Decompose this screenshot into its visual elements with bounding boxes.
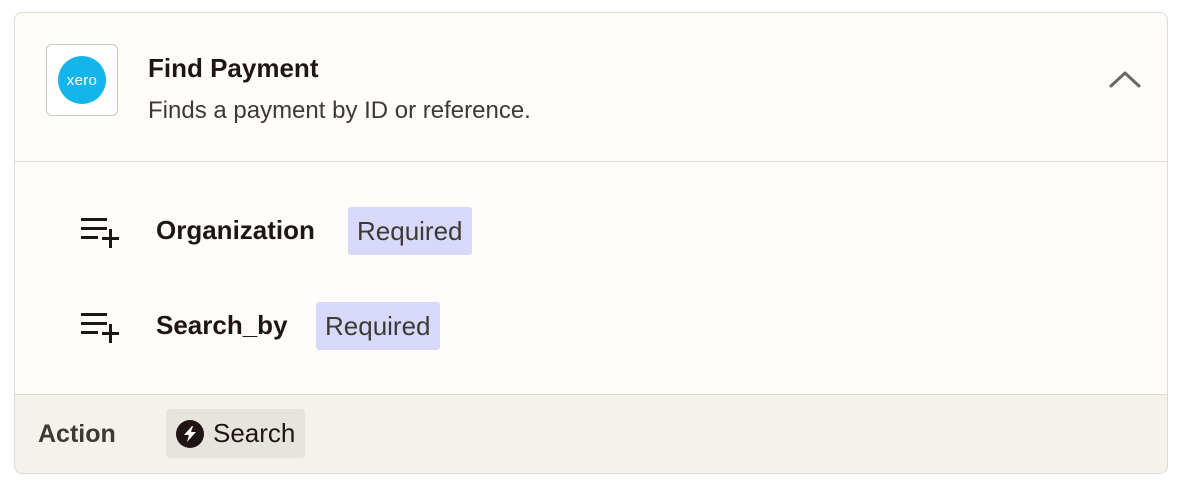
field-row-search-by: Search_by Required	[15, 302, 1167, 350]
step-title: Find Payment	[148, 53, 319, 83]
step-header[interactable]: xero Find Payment Finds a payment by ID …	[15, 13, 1167, 162]
required-badge: Required	[348, 207, 472, 255]
app-logo: xero	[46, 44, 118, 116]
step-card: xero Find Payment Finds a payment by ID …	[14, 12, 1168, 474]
collapse-button[interactable]	[1105, 59, 1145, 99]
field-label: Search_by	[156, 310, 288, 340]
playlist-add-icon[interactable]	[81, 310, 123, 344]
action-chip-label: Search	[213, 418, 296, 448]
chevron-up-icon	[1109, 71, 1141, 88]
app-logo-text: xero	[66, 71, 98, 89]
field-label: Organization	[156, 215, 315, 245]
xero-logo-icon: xero	[58, 56, 106, 104]
step-subtitle: Finds a payment by ID or reference.	[148, 97, 531, 124]
footer-label: Action	[38, 420, 116, 448]
step-footer: Action Search	[15, 394, 1167, 473]
bolt-icon	[176, 419, 204, 448]
playlist-add-icon[interactable]	[81, 215, 123, 249]
action-type-chip[interactable]: Search	[166, 409, 306, 458]
field-row-organization: Organization Required	[15, 207, 1167, 255]
required-badge: Required	[316, 302, 440, 350]
